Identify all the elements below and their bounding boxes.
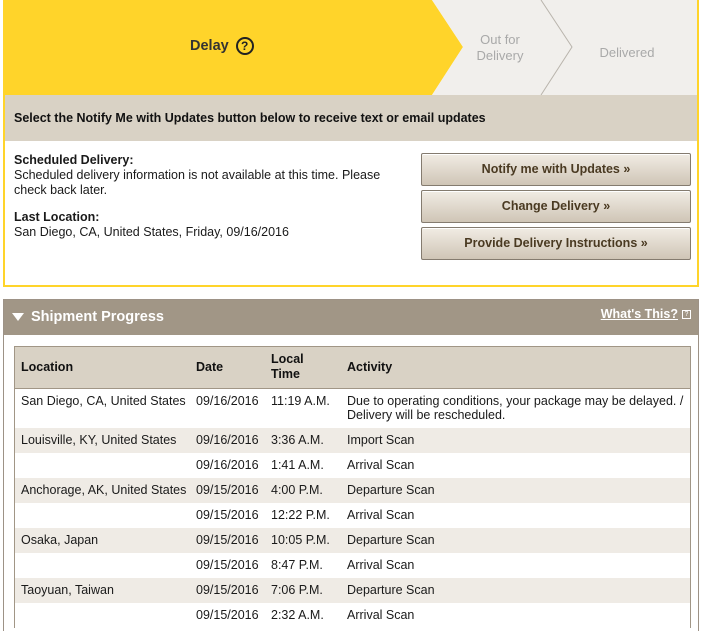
header-location: Location — [15, 347, 196, 389]
table-row: 09/15/2016 2:32 A.M. Arrival Scan — [15, 603, 690, 628]
header-local-time: Local Time — [271, 347, 341, 389]
cell-time: 8:47 P.M. — [271, 558, 323, 572]
cell-location: San Diego, CA, United States — [21, 393, 186, 408]
cell-date: 09/16/2016 — [196, 458, 259, 472]
cell-activity: Arrival Scan — [347, 608, 415, 622]
step-out-for-delivery: Out for Delivery — [476, 32, 524, 63]
table-row: Taoyuan, Taiwan 09/15/2016 7:06 P.M. Depart… — [15, 578, 690, 603]
cell-location — [15, 453, 196, 478]
cell-time: 1:41 A.M. — [271, 458, 324, 472]
table-row: Louisville, KY, United States 09/16/2016 3… — [15, 428, 690, 453]
step-delay: Delay ? — [190, 37, 254, 55]
cell-activity: Arrival Scan — [347, 558, 415, 572]
step-delivered: Delivered — [599, 45, 655, 60]
cell-activity: Departure Scan — [347, 483, 435, 497]
shipment-progress-panel: Shipment Progress What's This? ? Locatio… — [3, 299, 699, 631]
cell-date: 09/15/2016 — [196, 483, 259, 497]
cell-date: 09/15/2016 — [196, 608, 259, 622]
cell-time: 3:36 A.M. — [271, 433, 324, 447]
scheduled-delivery-info: Scheduled Delivery: Scheduled delivery i… — [14, 153, 404, 240]
delivery-instructions-button[interactable]: Provide Delivery Instructions » — [421, 227, 691, 260]
step-delay-label: Delay — [190, 38, 229, 54]
shipment-progress-label: Shipment Progress — [31, 309, 164, 325]
cell-date: 09/15/2016 — [196, 558, 259, 572]
notify-me-button[interactable]: Notify me with Updates » — [421, 153, 691, 186]
change-delivery-button[interactable]: Change Delivery » — [421, 190, 691, 223]
cell-activity: Arrival Scan — [347, 458, 415, 472]
cell-date: 09/16/2016 — [196, 393, 259, 408]
shipment-progress-title[interactable]: Shipment Progress — [12, 309, 164, 325]
cell-date: 09/15/2016 — [196, 508, 259, 522]
cell-location — [15, 603, 196, 628]
table-row: 09/15/2016 12:22 P.M. Arrival Scan — [15, 503, 690, 528]
delivery-status-panel: Delay ? Out for Delivery Delivered Selec… — [3, 0, 699, 287]
cell-location: Louisville, KY, United States — [21, 433, 177, 447]
cell-location: Anchorage, AK, United States — [21, 483, 187, 497]
cell-activity: Departure Scan — [347, 583, 435, 597]
last-location-text: San Diego, CA, United States, Friday, 09… — [14, 225, 289, 239]
cell-date: 09/15/2016 — [196, 583, 259, 597]
cell-activity: Arrival Scan — [347, 508, 415, 522]
cell-activity: Departure Scan — [347, 533, 435, 547]
notify-instructions: Select the Notify Me with Updates button… — [5, 95, 697, 141]
table-row: San Diego, CA, United States 09/16/2016 11… — [15, 388, 690, 428]
table-header-row: Location Date Local Time Activity — [15, 347, 690, 389]
help-box-icon[interactable]: ? — [682, 310, 691, 319]
scheduled-delivery-label: Scheduled Delivery: — [14, 153, 134, 167]
table-row: 09/16/2016 1:41 A.M. Arrival Scan — [15, 453, 690, 478]
header-activity: Activity — [341, 347, 690, 389]
cell-time: 2:32 A.M. — [271, 608, 324, 622]
last-location-label: Last Location: — [14, 210, 100, 224]
cell-location — [15, 553, 196, 578]
collapse-triangle-icon[interactable] — [12, 313, 24, 321]
cell-location — [15, 503, 196, 528]
cell-time: 7:06 P.M. — [271, 583, 323, 597]
cell-activity: Import Scan — [347, 433, 415, 447]
cell-location: Osaka, Japan — [21, 533, 99, 547]
shipment-table-container: Location Date Local Time Activity San Di… — [14, 346, 691, 628]
cell-time: 10:05 P.M. — [271, 533, 330, 547]
cell-date: 09/16/2016 — [196, 433, 259, 447]
table-row: Anchorage, AK, United States 09/15/2016 4:… — [15, 478, 690, 503]
scheduled-delivery-text: Scheduled delivery information is not av… — [14, 168, 381, 197]
cell-activity: Due to operating conditions, your packag… — [347, 393, 684, 422]
cell-date: 09/15/2016 — [196, 533, 259, 547]
help-icon[interactable]: ? — [235, 37, 254, 55]
cell-time: 12:22 P.M. — [271, 508, 330, 522]
shipment-progress-header[interactable]: Shipment Progress What's This? ? — [4, 300, 698, 335]
cell-time: 4:00 P.M. — [271, 483, 323, 497]
shipment-table: Location Date Local Time Activity San Di… — [15, 347, 690, 628]
cell-location: Taoyuan, Taiwan — [21, 583, 114, 597]
table-row: 09/15/2016 8:47 P.M. Arrival Scan — [15, 553, 690, 578]
progress-tracker: Delay ? Out for Delivery Delivered — [5, 0, 697, 95]
cell-time: 11:19 A.M. — [271, 393, 330, 408]
header-date: Date — [196, 347, 271, 389]
whats-this-link[interactable]: What's This? — [601, 307, 678, 321]
table-row: Osaka, Japan 09/15/2016 10:05 P.M. Departur… — [15, 528, 690, 553]
